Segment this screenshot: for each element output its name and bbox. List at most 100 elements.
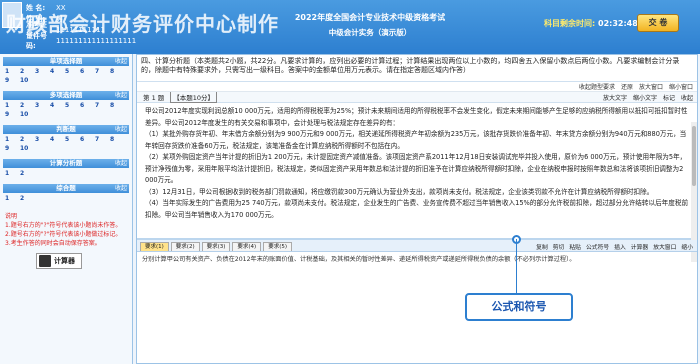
- question-number-link[interactable]: 2: [20, 102, 33, 110]
- collapse-requirements-button[interactable]: 收起题型要求: [579, 82, 615, 91]
- enlarge-text-button[interactable]: 放大文字: [603, 93, 627, 102]
- paste-button[interactable]: 粘贴: [569, 242, 581, 251]
- question-number-list: 12: [3, 168, 129, 181]
- timer: 科目剩余时间: 02:32:48: [544, 18, 638, 29]
- answer-prompt[interactable]: 分别计算甲公司有关资产、负债在2012年末的账面价值、计税基础，及其相关的暂时性…: [137, 252, 697, 267]
- enlarge-window-button[interactable]: 放大窗口: [639, 82, 663, 91]
- section-comprehensive: 综合题 收起 12: [3, 184, 129, 206]
- header-bar: 姓 名: XX 性 别: 男 准考证号: 11111111111 证件号码: 11111…: [0, 0, 700, 54]
- question-number-link[interactable]: 7: [95, 68, 108, 76]
- section-single-choice: 单项选择题 收起 1 2 3 4 5 6 7 8 9 10: [3, 57, 129, 88]
- answer-tab[interactable]: 要求(3): [201, 242, 231, 251]
- question-number-link[interactable]: 3: [35, 136, 48, 144]
- question-number-link[interactable]: 7: [95, 136, 108, 144]
- shrink-text-button[interactable]: 缩小文字: [633, 93, 657, 102]
- insert-button[interactable]: 插入: [614, 242, 626, 251]
- question-number-link[interactable]: 1: [5, 102, 18, 110]
- timer-label: 科目剩余时间:: [544, 19, 596, 28]
- section-multiple-choice: 多项选择题 收起 1 2 3 4 5 6 7 8 9 10: [3, 91, 129, 122]
- question-number-link[interactable]: 6: [80, 68, 93, 76]
- question-number-link[interactable]: 3: [35, 68, 48, 76]
- answer-tab[interactable]: 要求(2): [170, 242, 200, 251]
- calculator-icon: [39, 255, 51, 267]
- question-number-link[interactable]: 2: [20, 170, 33, 178]
- submit-button[interactable]: 交 卷: [637, 14, 679, 32]
- question-score: 【本题10分】: [170, 91, 218, 103]
- answer-tab[interactable]: 要求(5): [263, 242, 292, 251]
- answer-tabs: 要求(1) 要求(2) 要求(3) 要求(4) 要求(5) 复制 剪切 粘贴 公…: [137, 240, 697, 252]
- cut-button[interactable]: 剪切: [553, 242, 565, 251]
- question-number-link[interactable]: 6: [80, 136, 93, 144]
- question-number-list: 1 2 3 4 5 6 7 8 9 10: [3, 66, 129, 88]
- section-header[interactable]: 多项选择题 收起: [3, 91, 129, 100]
- fold-toggle[interactable]: 收起: [115, 57, 127, 66]
- section-true-false: 判断题 收起 1 2 3 4 5 6 7 8 9 10: [3, 125, 129, 156]
- question-number-list: 1 2 3 4 5 6 7 8 9 10: [3, 134, 129, 156]
- exam-subtitle: 中级会计实务（演示版）: [328, 28, 412, 37]
- question-number-link[interactable]: 5: [65, 68, 78, 76]
- question-number-link[interactable]: 8: [110, 102, 123, 110]
- formula-symbol-button[interactable]: 公式符号: [586, 242, 609, 251]
- question-paragraph: （4）当年实际发生的广告费用为25 740万元，款项尚未支付。税法规定，企业发生…: [145, 199, 689, 219]
- question-number-link[interactable]: 9: [5, 77, 18, 85]
- question-number-link[interactable]: 10: [20, 111, 33, 119]
- fold-toggle[interactable]: 收起: [115, 184, 127, 193]
- answer-tab[interactable]: 要求(4): [232, 242, 262, 251]
- answer-tab[interactable]: 要求(1): [140, 242, 169, 251]
- id-value: 111111111111111111: [56, 36, 137, 45]
- question-number-link[interactable]: 5: [65, 136, 78, 144]
- question-number-link[interactable]: 4: [50, 136, 63, 144]
- question-paragraph: （3）12月31日，甲公司根据收到的税务部门罚款通知，将应缴罚款300万元确认为…: [145, 187, 654, 196]
- shrink-window-button[interactable]: 缩小窗口: [669, 82, 693, 91]
- section-header[interactable]: 计算分析题 收起: [3, 159, 129, 168]
- question-number-link[interactable]: 4: [50, 68, 63, 76]
- question-number-link[interactable]: 1: [5, 136, 18, 144]
- question-paragraph: （2）某项外购固定资产当年计提的折旧为1 200万元，未计提固定资产减值准备。该…: [145, 153, 687, 184]
- restore-button[interactable]: 还原: [621, 82, 633, 91]
- main-panel: 四、计算分析题（本类题共2小题，共22分。凡要求计算的，应列出必要的计算过程；计…: [136, 54, 698, 364]
- answer-shrink-button[interactable]: 缩小: [681, 242, 693, 251]
- question-number-link[interactable]: 4: [50, 102, 63, 110]
- section-title: 单项选择题: [49, 57, 83, 65]
- instructions-toolbar: 收起题型要求 还原 放大窗口 缩小窗口: [137, 82, 697, 92]
- question-number-link[interactable]: 2: [20, 136, 33, 144]
- question-number-link[interactable]: 3: [35, 102, 48, 110]
- fold-toggle[interactable]: 收起: [115, 159, 127, 168]
- question-number-link[interactable]: 1: [5, 195, 18, 203]
- question-number-link[interactable]: 10: [20, 77, 33, 85]
- section-header[interactable]: 单项选择题 收起: [3, 57, 129, 66]
- calculator-label: 计算器: [54, 257, 75, 265]
- question-number-link[interactable]: 9: [5, 145, 18, 153]
- note-3: 3.考生作答的同时会自动保存答案。: [5, 240, 101, 247]
- question-number-link[interactable]: 8: [110, 136, 123, 144]
- question-number-link[interactable]: 10: [20, 145, 33, 153]
- question-number-link[interactable]: 2: [20, 195, 33, 203]
- question-number-link[interactable]: 7: [95, 102, 108, 110]
- question-number-link[interactable]: 2: [20, 68, 33, 76]
- question-number-link[interactable]: 6: [80, 102, 93, 110]
- calculator-button[interactable]: 计算器: [36, 253, 82, 269]
- callout-tooltip: 公式和符号: [465, 293, 573, 321]
- question-number-link[interactable]: 8: [110, 68, 123, 76]
- question-paragraph: 甲公司2012年度实现利润总额10 000万元，适用的所得税税率为25%；预计未…: [145, 107, 688, 127]
- mark-button[interactable]: 标记: [663, 93, 675, 102]
- note-1: 1.题号右方的"?"符号代表该小题尚未作答。: [5, 222, 122, 229]
- question-number: 第 1 题: [143, 94, 165, 102]
- answer-calculator-button[interactable]: 计算器: [631, 242, 648, 251]
- answer-enlarge-button[interactable]: 放大窗口: [653, 242, 676, 251]
- section-header[interactable]: 判断题 收起: [3, 125, 129, 134]
- collapse-question-button[interactable]: 收起: [681, 93, 693, 102]
- section-title: 判断题: [56, 125, 76, 133]
- section-header[interactable]: 综合题 收起: [3, 184, 129, 193]
- question-number-link[interactable]: 5: [65, 102, 78, 110]
- question-number-link[interactable]: 1: [5, 68, 18, 76]
- question-number-link[interactable]: 1: [5, 170, 18, 178]
- scroll-thumb[interactable]: [692, 126, 696, 186]
- fold-toggle[interactable]: 收起: [115, 125, 127, 134]
- callout-line: [516, 239, 517, 293]
- exam-title-block: 2022年度全国会计专业技术中级资格考试 中级会计实务（演示版）: [220, 12, 520, 38]
- copy-button[interactable]: 复制: [536, 242, 548, 251]
- fold-toggle[interactable]: 收起: [115, 91, 127, 100]
- section-title: 计算分析题: [49, 159, 83, 167]
- question-number-link[interactable]: 9: [5, 111, 18, 119]
